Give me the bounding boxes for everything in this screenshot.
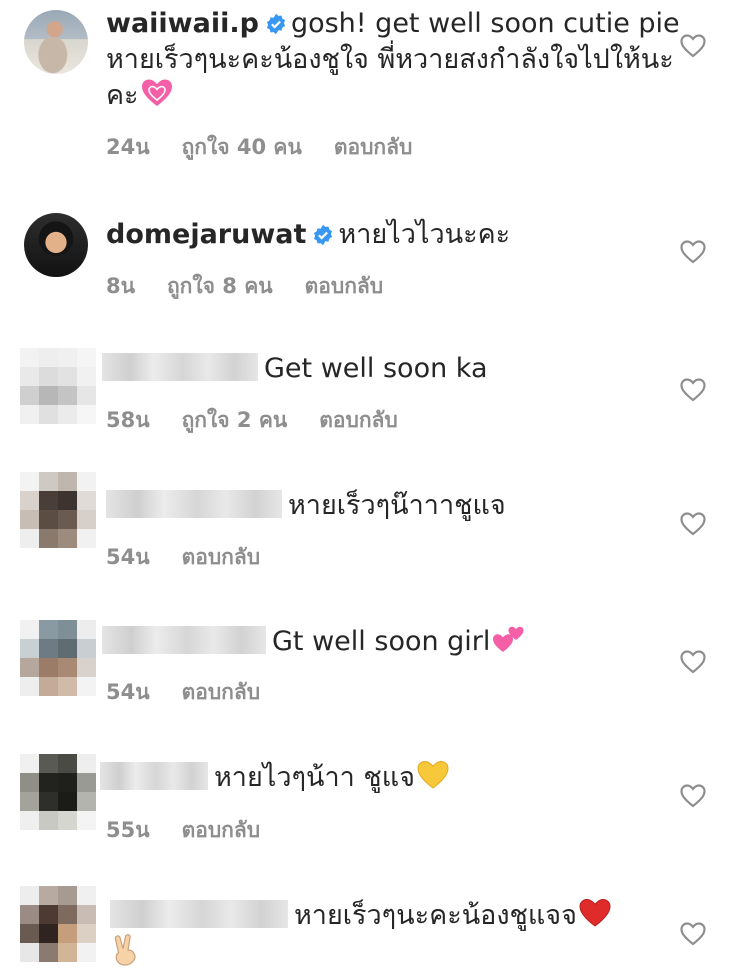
timestamp: 24น — [106, 135, 150, 159]
victory-hand-icon — [114, 934, 136, 966]
like-heart-icon[interactable] — [680, 512, 706, 536]
timestamp: 55น — [106, 818, 150, 842]
likes-count[interactable]: ถูกใจ 40 คน — [182, 135, 302, 159]
comment-text: หายไวไวนะคะ — [338, 219, 511, 250]
reply-button[interactable]: ตอบกลับ — [182, 680, 261, 704]
comment-text: หายเร็วๆนะคะน้องชูแจจ — [294, 900, 577, 931]
avatar[interactable] — [24, 213, 88, 277]
avatar[interactable] — [20, 348, 96, 424]
like-heart-icon[interactable] — [680, 34, 706, 58]
username-blurred[interactable] — [100, 762, 208, 790]
comment-meta: 8น ถูกใจ 8 คน ตอบกลับ — [106, 270, 415, 303]
comment-body: หายเร็วๆน๊าาาชูแจ — [106, 488, 680, 524]
comment-text: หายเร็วๆน๊าาาชูแจ — [288, 490, 506, 521]
username-blurred[interactable] — [102, 626, 266, 654]
username-blurred[interactable] — [106, 490, 282, 518]
like-heart-icon[interactable] — [680, 378, 706, 402]
timestamp: 54น — [106, 545, 150, 569]
username[interactable]: waiiwaii.p — [106, 8, 259, 39]
comment-text: Gt well soon girl — [272, 626, 491, 657]
growing-heart-icon — [141, 79, 172, 106]
reply-button[interactable]: ตอบกลับ — [305, 274, 384, 298]
comment-meta: 54น ตอบกลับ — [106, 676, 292, 709]
avatar[interactable] — [24, 10, 88, 74]
like-heart-icon[interactable] — [680, 922, 706, 946]
like-heart-icon[interactable] — [680, 784, 706, 808]
comment-meta: 55น ตอบกลับ — [106, 814, 292, 847]
comment-body: Gt well soon girl — [102, 622, 680, 660]
reply-button[interactable]: ตอบกลับ — [319, 408, 398, 432]
timestamp: 54น — [106, 680, 150, 704]
comment-body: Get well soon ka — [102, 351, 680, 387]
username-blurred[interactable] — [110, 900, 288, 928]
red-heart-icon — [579, 898, 611, 927]
like-heart-icon[interactable] — [680, 240, 706, 264]
avatar[interactable] — [20, 472, 96, 548]
verified-badge-icon — [314, 224, 333, 246]
username[interactable]: domejaruwat — [106, 219, 306, 250]
comment-text: หายไวๆน้าา ชูแจ — [214, 762, 415, 793]
comment-text: Get well soon ka — [264, 353, 488, 384]
verified-badge-icon — [266, 13, 286, 35]
reply-button[interactable]: ตอบกลับ — [182, 818, 261, 842]
username-blurred[interactable] — [102, 353, 258, 381]
timestamp: 58น — [106, 408, 150, 432]
reply-button[interactable]: ตอบกลับ — [182, 545, 261, 569]
avatar[interactable] — [20, 754, 96, 830]
comment-body: domejaruwat หายไวไวนะคะ — [106, 217, 680, 253]
likes-count[interactable]: ถูกใจ 2 คน — [182, 408, 288, 432]
timestamp: 8น — [106, 274, 135, 298]
yellow-heart-icon — [417, 760, 449, 789]
comment-body: waiiwaii.p gosh! get well soon cutie pie … — [106, 6, 680, 114]
avatar[interactable] — [20, 620, 96, 696]
comment-meta: 54น ตอบกลับ — [106, 541, 292, 574]
reply-button[interactable]: ตอบกลับ — [334, 135, 413, 159]
like-heart-icon[interactable] — [680, 650, 706, 674]
two-hearts-icon — [493, 626, 524, 652]
comment-meta: 58น ถูกใจ 2 คน ตอบกลับ — [106, 404, 430, 437]
avatar[interactable] — [20, 886, 96, 962]
likes-count[interactable]: ถูกใจ 8 คน — [167, 274, 273, 298]
comment-body: หายไวๆน้าา ชูแจ — [100, 760, 680, 796]
comment-meta: 24น ถูกใจ 40 คน ตอบกลับ — [106, 131, 444, 164]
comment-body: หายเร็วๆนะคะน้องชูแจจ — [104, 898, 680, 966]
